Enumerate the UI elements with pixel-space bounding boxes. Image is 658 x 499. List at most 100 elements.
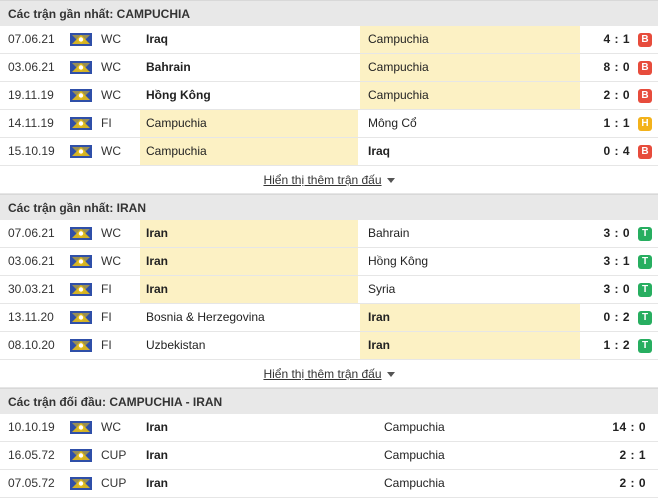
match-score: 3 : 0 xyxy=(603,282,630,296)
world-flag-icon xyxy=(70,477,92,490)
match-date: 07.06.21 xyxy=(8,32,55,46)
away-team[interactable]: Campuchia xyxy=(360,54,580,81)
competition-flag xyxy=(70,477,92,490)
match-row[interactable]: 13.11.20 FI Bosnia & Herzegovina Iran 0 : 2 T xyxy=(0,304,658,332)
caret-down-icon[interactable] xyxy=(386,372,395,378)
match-score: 1 : 2 xyxy=(603,338,630,352)
match-date: 14.11.19 xyxy=(8,116,54,130)
competition-code: FI xyxy=(101,310,112,324)
match-row[interactable]: 03.06.21 WC Bahrain Campuchia 8 : 0 B xyxy=(0,54,658,82)
result-badge: T xyxy=(638,283,652,297)
home-team[interactable]: Campuchia xyxy=(140,110,358,137)
show-more-link[interactable]: Hiển thị thêm trận đấu xyxy=(263,367,381,381)
competition-code: WC xyxy=(101,254,121,268)
show-more-link[interactable]: Hiển thị thêm trận đấu xyxy=(263,173,381,187)
home-team[interactable]: Bosnia & Herzegovina xyxy=(140,304,358,331)
away-team[interactable]: Iran xyxy=(360,304,580,331)
match-row[interactable]: 03.06.21 WC Iran Hồng Kông 3 : 1 T xyxy=(0,248,658,276)
away-team[interactable]: Campuchia xyxy=(360,26,580,53)
competition-flag xyxy=(70,117,92,130)
match-score: 4 : 1 xyxy=(603,32,630,46)
competition-flag xyxy=(70,449,92,462)
match-row[interactable]: 19.11.19 WC Hồng Kông Campuchia 2 : 0 B xyxy=(0,82,658,110)
match-row[interactable]: 10.10.19 WC Iran Campuchia 14 : 0 xyxy=(0,414,658,442)
match-date: 16.05.72 xyxy=(8,448,55,462)
match-date: 30.03.21 xyxy=(8,282,55,296)
home-team[interactable]: Iran xyxy=(140,248,358,275)
result-badge: B xyxy=(638,61,652,75)
competition-flag xyxy=(70,145,92,158)
home-team[interactable]: Hồng Kông xyxy=(140,82,358,109)
home-team[interactable]: Iran xyxy=(140,470,376,497)
match-date: 03.06.21 xyxy=(8,60,55,74)
match-row[interactable]: 08.10.20 FI Uzbekistan Iran 1 : 2 T xyxy=(0,332,658,360)
home-team[interactable]: Uzbekistan xyxy=(140,332,358,359)
result-badge: B xyxy=(638,33,652,47)
result-badge: H xyxy=(638,117,652,131)
match-date: 10.10.19 xyxy=(8,420,55,434)
show-more-row: Hiển thị thêm trận đấu xyxy=(0,166,658,194)
competition-flag xyxy=(70,89,92,102)
competition-code: WC xyxy=(101,32,121,46)
away-team[interactable]: Bahrain xyxy=(360,220,580,247)
world-flag-icon xyxy=(70,283,92,296)
match-row[interactable]: 16.05.72 CUP Iran Campuchia 2 : 1 xyxy=(0,442,658,470)
away-team[interactable]: Campuchia xyxy=(376,414,596,441)
match-score: 8 : 0 xyxy=(603,60,630,74)
match-row[interactable]: 30.03.21 FI Iran Syria 3 : 0 T xyxy=(0,276,658,304)
competition-code: FI xyxy=(101,116,112,130)
away-team[interactable]: Campuchia xyxy=(376,442,596,469)
section-title: Các trận đối đầu: CAMPUCHIA - IRAN xyxy=(0,388,658,414)
result-badge: T xyxy=(638,255,652,269)
competition-code: WC xyxy=(101,88,121,102)
away-team[interactable]: Syria xyxy=(360,276,580,303)
world-flag-icon xyxy=(70,311,92,324)
home-team[interactable]: Iran xyxy=(140,276,358,303)
match-score: 1 : 1 xyxy=(603,116,630,130)
caret-down-icon[interactable] xyxy=(386,178,395,184)
home-team[interactable]: Iran xyxy=(140,442,376,469)
match-date: 03.06.21 xyxy=(8,254,55,268)
result-badge: T xyxy=(638,311,652,325)
match-row[interactable]: 07.06.21 WC Iran Bahrain 3 : 0 T xyxy=(0,220,658,248)
world-flag-icon xyxy=(70,449,92,462)
competition-code: WC xyxy=(101,60,121,74)
competition-code: FI xyxy=(101,338,112,352)
match-score: 2 : 0 xyxy=(619,476,646,490)
competition-flag xyxy=(70,255,92,268)
result-badge: B xyxy=(638,89,652,103)
competition-flag xyxy=(70,227,92,240)
world-flag-icon xyxy=(70,227,92,240)
home-team[interactable]: Iran xyxy=(140,220,358,247)
match-history-panel: Các trận gần nhất: CAMPUCHIA 07.06.21 WC Ir… xyxy=(0,0,658,498)
world-flag-icon xyxy=(70,89,92,102)
away-team[interactable]: Campuchia xyxy=(376,470,596,497)
competition-flag xyxy=(70,283,92,296)
home-team[interactable]: Iran xyxy=(140,414,376,441)
world-flag-icon xyxy=(70,33,92,46)
competition-flag xyxy=(70,33,92,46)
competition-flag xyxy=(70,311,92,324)
home-team[interactable]: Iraq xyxy=(140,26,358,53)
match-row[interactable]: 07.05.72 CUP Iran Campuchia 2 : 0 xyxy=(0,470,658,498)
match-date: 07.06.21 xyxy=(8,226,55,240)
away-team[interactable]: Mông Cổ xyxy=(360,110,580,137)
match-row[interactable]: 14.11.19 FI Campuchia Mông Cổ 1 : 1 H xyxy=(0,110,658,138)
match-score: 2 : 0 xyxy=(603,88,630,102)
away-team[interactable]: Iran xyxy=(360,332,580,359)
match-score: 14 : 0 xyxy=(612,420,646,434)
result-badge: B xyxy=(638,145,652,159)
competition-code: FI xyxy=(101,282,112,296)
away-team[interactable]: Iraq xyxy=(360,138,580,165)
competition-code: WC xyxy=(101,420,121,434)
world-flag-icon xyxy=(70,339,92,352)
away-team[interactable]: Hồng Kông xyxy=(360,248,580,275)
competition-code: WC xyxy=(101,144,121,158)
competition-code: CUP xyxy=(101,448,127,462)
home-team[interactable]: Bahrain xyxy=(140,54,358,81)
world-flag-icon xyxy=(70,145,92,158)
away-team[interactable]: Campuchia xyxy=(360,82,580,109)
match-row[interactable]: 15.10.19 WC Campuchia Iraq 0 : 4 B xyxy=(0,138,658,166)
match-row[interactable]: 07.06.21 WC Iraq Campuchia 4 : 1 B xyxy=(0,26,658,54)
home-team[interactable]: Campuchia xyxy=(140,138,358,165)
